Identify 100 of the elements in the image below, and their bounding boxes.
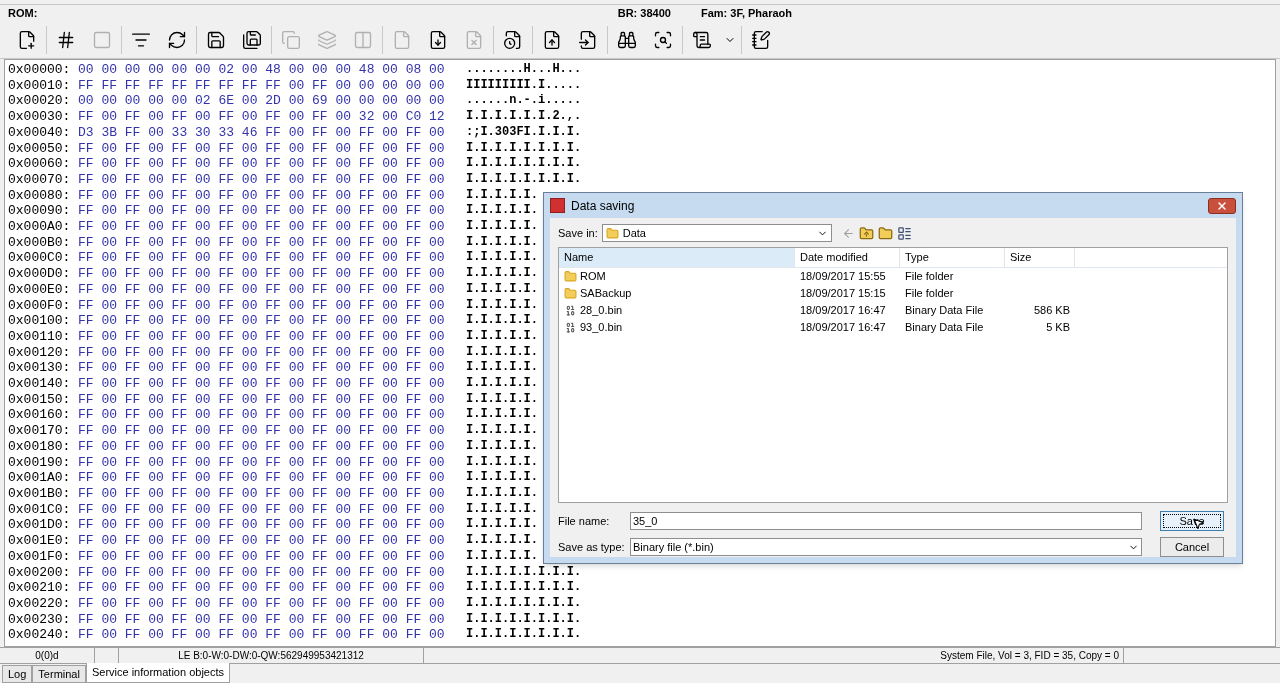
hex-bytes: FF 00 FF 00 FF 00 FF 00 FF 00 FF 00 FF 00 FF 00 <box>78 313 446 329</box>
file-name: 28_0.bin <box>580 303 623 319</box>
family-label: Fam: 3F, Pharaoh <box>700 5 792 21</box>
hex-address: 0x00120: <box>8 344 72 361</box>
hex-address: 0x00100: <box>8 313 72 329</box>
hex-address: 0x000E0: <box>8 281 72 298</box>
hex-bytes: FF 00 FF 00 FF 00 FF 00 FF 00 FF 00 FF 00 FF 00 <box>78 171 446 188</box>
hex-address: 0x00160: <box>8 407 72 424</box>
hex-address: 0x000D0: <box>8 266 72 282</box>
file-add-icon <box>17 29 37 50</box>
app-logo-icon <box>550 198 565 213</box>
ascii-text: I.I.I.I.I.I.I.I. <box>466 627 582 643</box>
ascii-text: I.I.I.I.I. <box>466 328 538 345</box>
hex-address: 0x000F0: <box>8 297 72 314</box>
ascii-text: ........H...H... <box>466 62 582 78</box>
file-clock-icon <box>503 29 523 50</box>
file-date: 18/09/2017 15:55 <box>799 269 887 285</box>
hex-address: 0x001C0: <box>8 501 72 518</box>
file-row[interactable]: ROM 18/09/2017 15:55 File folder <box>559 268 1227 285</box>
columns-icon <box>353 29 373 50</box>
ascii-text: I.I.I.I.I.I.I.I. <box>466 595 582 612</box>
column-header[interactable]: Name <box>559 248 795 267</box>
hex-address: 0x00190: <box>8 454 72 471</box>
binary-file-icon <box>564 321 577 334</box>
view-menu-icon[interactable] <box>896 225 912 241</box>
hex-address: 0x00240: <box>8 627 72 643</box>
hex-bytes: FF 00 FF 00 FF 00 FF 00 FF 00 FF 00 FF 00 FF 00 <box>78 423 446 439</box>
binoculars-icon <box>617 29 637 50</box>
new-folder-icon[interactable] <box>877 225 893 241</box>
save-type-label: Save as type: <box>558 539 626 555</box>
hex-bytes: FF 00 FF 00 FF 00 FF 00 FF 00 FF 00 FF 00 FF 00 <box>78 517 446 534</box>
ascii-text: I.I.I.I.I. <box>466 454 538 471</box>
cancel-button[interactable]: Cancel <box>1160 537 1224 557</box>
hex-address: 0x00210: <box>8 580 72 596</box>
file-size: 586 KB <box>1032 303 1071 319</box>
hex-address: 0x00230: <box>8 611 72 628</box>
bottom-tab[interactable]: Service information objects <box>85 663 230 683</box>
ascii-text: I.I.I.I.I. <box>466 486 538 502</box>
column-header[interactable]: Date modified <box>795 248 900 267</box>
ascii-text: I.I.I.I.I.I.2.,. <box>466 109 582 125</box>
hex-bytes: FF 00 FF 00 FF 00 FF 00 FF 00 FF 00 FF 00 FF 00 <box>78 391 446 408</box>
column-header[interactable]: Type <box>900 248 1005 267</box>
hex-address: 0x00170: <box>8 423 72 439</box>
hex-bytes: FF 00 FF 00 FF 00 FF 00 FF 00 FF 00 FF 00 FF 00 <box>78 297 446 314</box>
hex-address: 0x00030: <box>8 109 72 125</box>
ascii-text: I.I.I.I.I. <box>466 203 538 220</box>
file-row[interactable]: SABackup 18/09/2017 15:15 File folder <box>559 285 1227 302</box>
file-date: 18/09/2017 16:47 <box>799 303 887 319</box>
file-name: 93_0.bin <box>580 320 623 336</box>
hex-bytes: FF 00 FF 00 FF 00 FF 00 FF 00 FF 00 FF 00 FF 00 <box>78 281 446 298</box>
hex-address: 0x00090: <box>8 203 72 220</box>
hex-bytes: D3 3B FF 00 33 30 33 46 FF 00 FF 00 FF 00 FF 00 <box>78 124 446 141</box>
ascii-text: I.I.I.I.I.I.I.I. <box>466 564 582 581</box>
ascii-text: I.I.I.I.I. <box>466 234 538 251</box>
hash-icon <box>56 29 76 50</box>
hex-bytes: FF 00 FF 00 FF 00 FF 00 FF 00 FF 00 FF 00 FF 00 <box>78 486 446 502</box>
hex-address: 0x00040: <box>8 124 72 141</box>
square-icon <box>92 29 112 50</box>
hex-address: 0x00070: <box>8 171 72 188</box>
hex-address: 0x00020: <box>8 93 72 110</box>
baud-rate: BR: 38400 <box>617 5 671 21</box>
layers-icon <box>317 29 337 50</box>
disks-icon <box>242 29 262 50</box>
hex-address: 0x00150: <box>8 391 72 408</box>
bottom-tab[interactable]: Log <box>2 665 33 683</box>
hex-address: 0x00220: <box>8 595 72 612</box>
hex-address: 0x000C0: <box>8 250 72 267</box>
hex-bytes: FF 00 FF 00 FF 00 FF 00 FF 00 FF 00 FF 00 FF 00 <box>78 533 446 549</box>
ascii-text: I.I.I.I.I. <box>466 219 538 235</box>
ascii-text: :;I.303FI.I.I.I. <box>466 124 582 141</box>
hex-bytes: FF 00 FF 00 FF 00 FF 00 FF 00 FF 00 FF 00 FF 00 <box>78 140 446 157</box>
binary-file-icon <box>564 304 577 317</box>
column-header[interactable]: Size <box>1005 248 1075 267</box>
file-x-icon <box>464 29 484 50</box>
hex-address: 0x00010: <box>8 77 72 94</box>
file-type: File folder <box>904 269 955 285</box>
ascii-text: I.I.I.I.I. <box>466 313 538 329</box>
file-size: 5 KB <box>1045 320 1071 336</box>
notepad-icon <box>751 29 771 50</box>
file-row[interactable]: 28_0.bin 18/09/2017 16:47 Binary Data File 586 KB <box>559 302 1227 319</box>
scroll-icon <box>692 29 712 50</box>
hex-bytes: FF 00 FF 00 FF 00 FF 00 FF 00 FF 00 FF 00 FF 00 <box>78 250 446 267</box>
hex-bytes: FF 00 FF 00 FF 00 FF 00 FF 00 FF 00 FF 00 FF 00 <box>78 328 446 345</box>
ascii-text: I.I.I.I.I.I.I.I. <box>466 580 582 596</box>
ascii-text: I.I.I.I.I. <box>466 470 538 486</box>
file-name-field[interactable]: 35_0 <box>630 512 1142 530</box>
save-in-dropdown[interactable]: Data <box>601 224 832 242</box>
hex-bytes: 00 00 00 00 00 00 02 00 48 00 00 00 48 00 08 00 <box>78 62 446 78</box>
hex-bytes: FF 00 FF 00 FF 00 FF 00 FF 00 FF 00 FF 00 FF 00 <box>78 219 446 235</box>
hex-address: 0x00130: <box>8 360 72 377</box>
bottom-tab[interactable]: Terminal <box>32 665 86 683</box>
dialog-title: Data saving <box>571 197 635 215</box>
ascii-text: I.I.I.I.I. <box>466 297 538 314</box>
ascii-text: I.I.I.I.I. <box>466 438 538 455</box>
file-row[interactable]: 93_0.bin 18/09/2017 16:47 Binary Data File 5 KB <box>559 319 1227 336</box>
file-type: Binary Data File <box>904 303 985 319</box>
close-button[interactable] <box>1208 197 1236 214</box>
save-type-dropdown[interactable]: Binary file (*.bin) <box>630 538 1142 556</box>
hex-bytes: FF 00 FF 00 FF 00 FF 00 FF 00 FF 00 FF 00 FF 00 <box>78 360 446 377</box>
folder-up-icon[interactable] <box>858 225 874 241</box>
